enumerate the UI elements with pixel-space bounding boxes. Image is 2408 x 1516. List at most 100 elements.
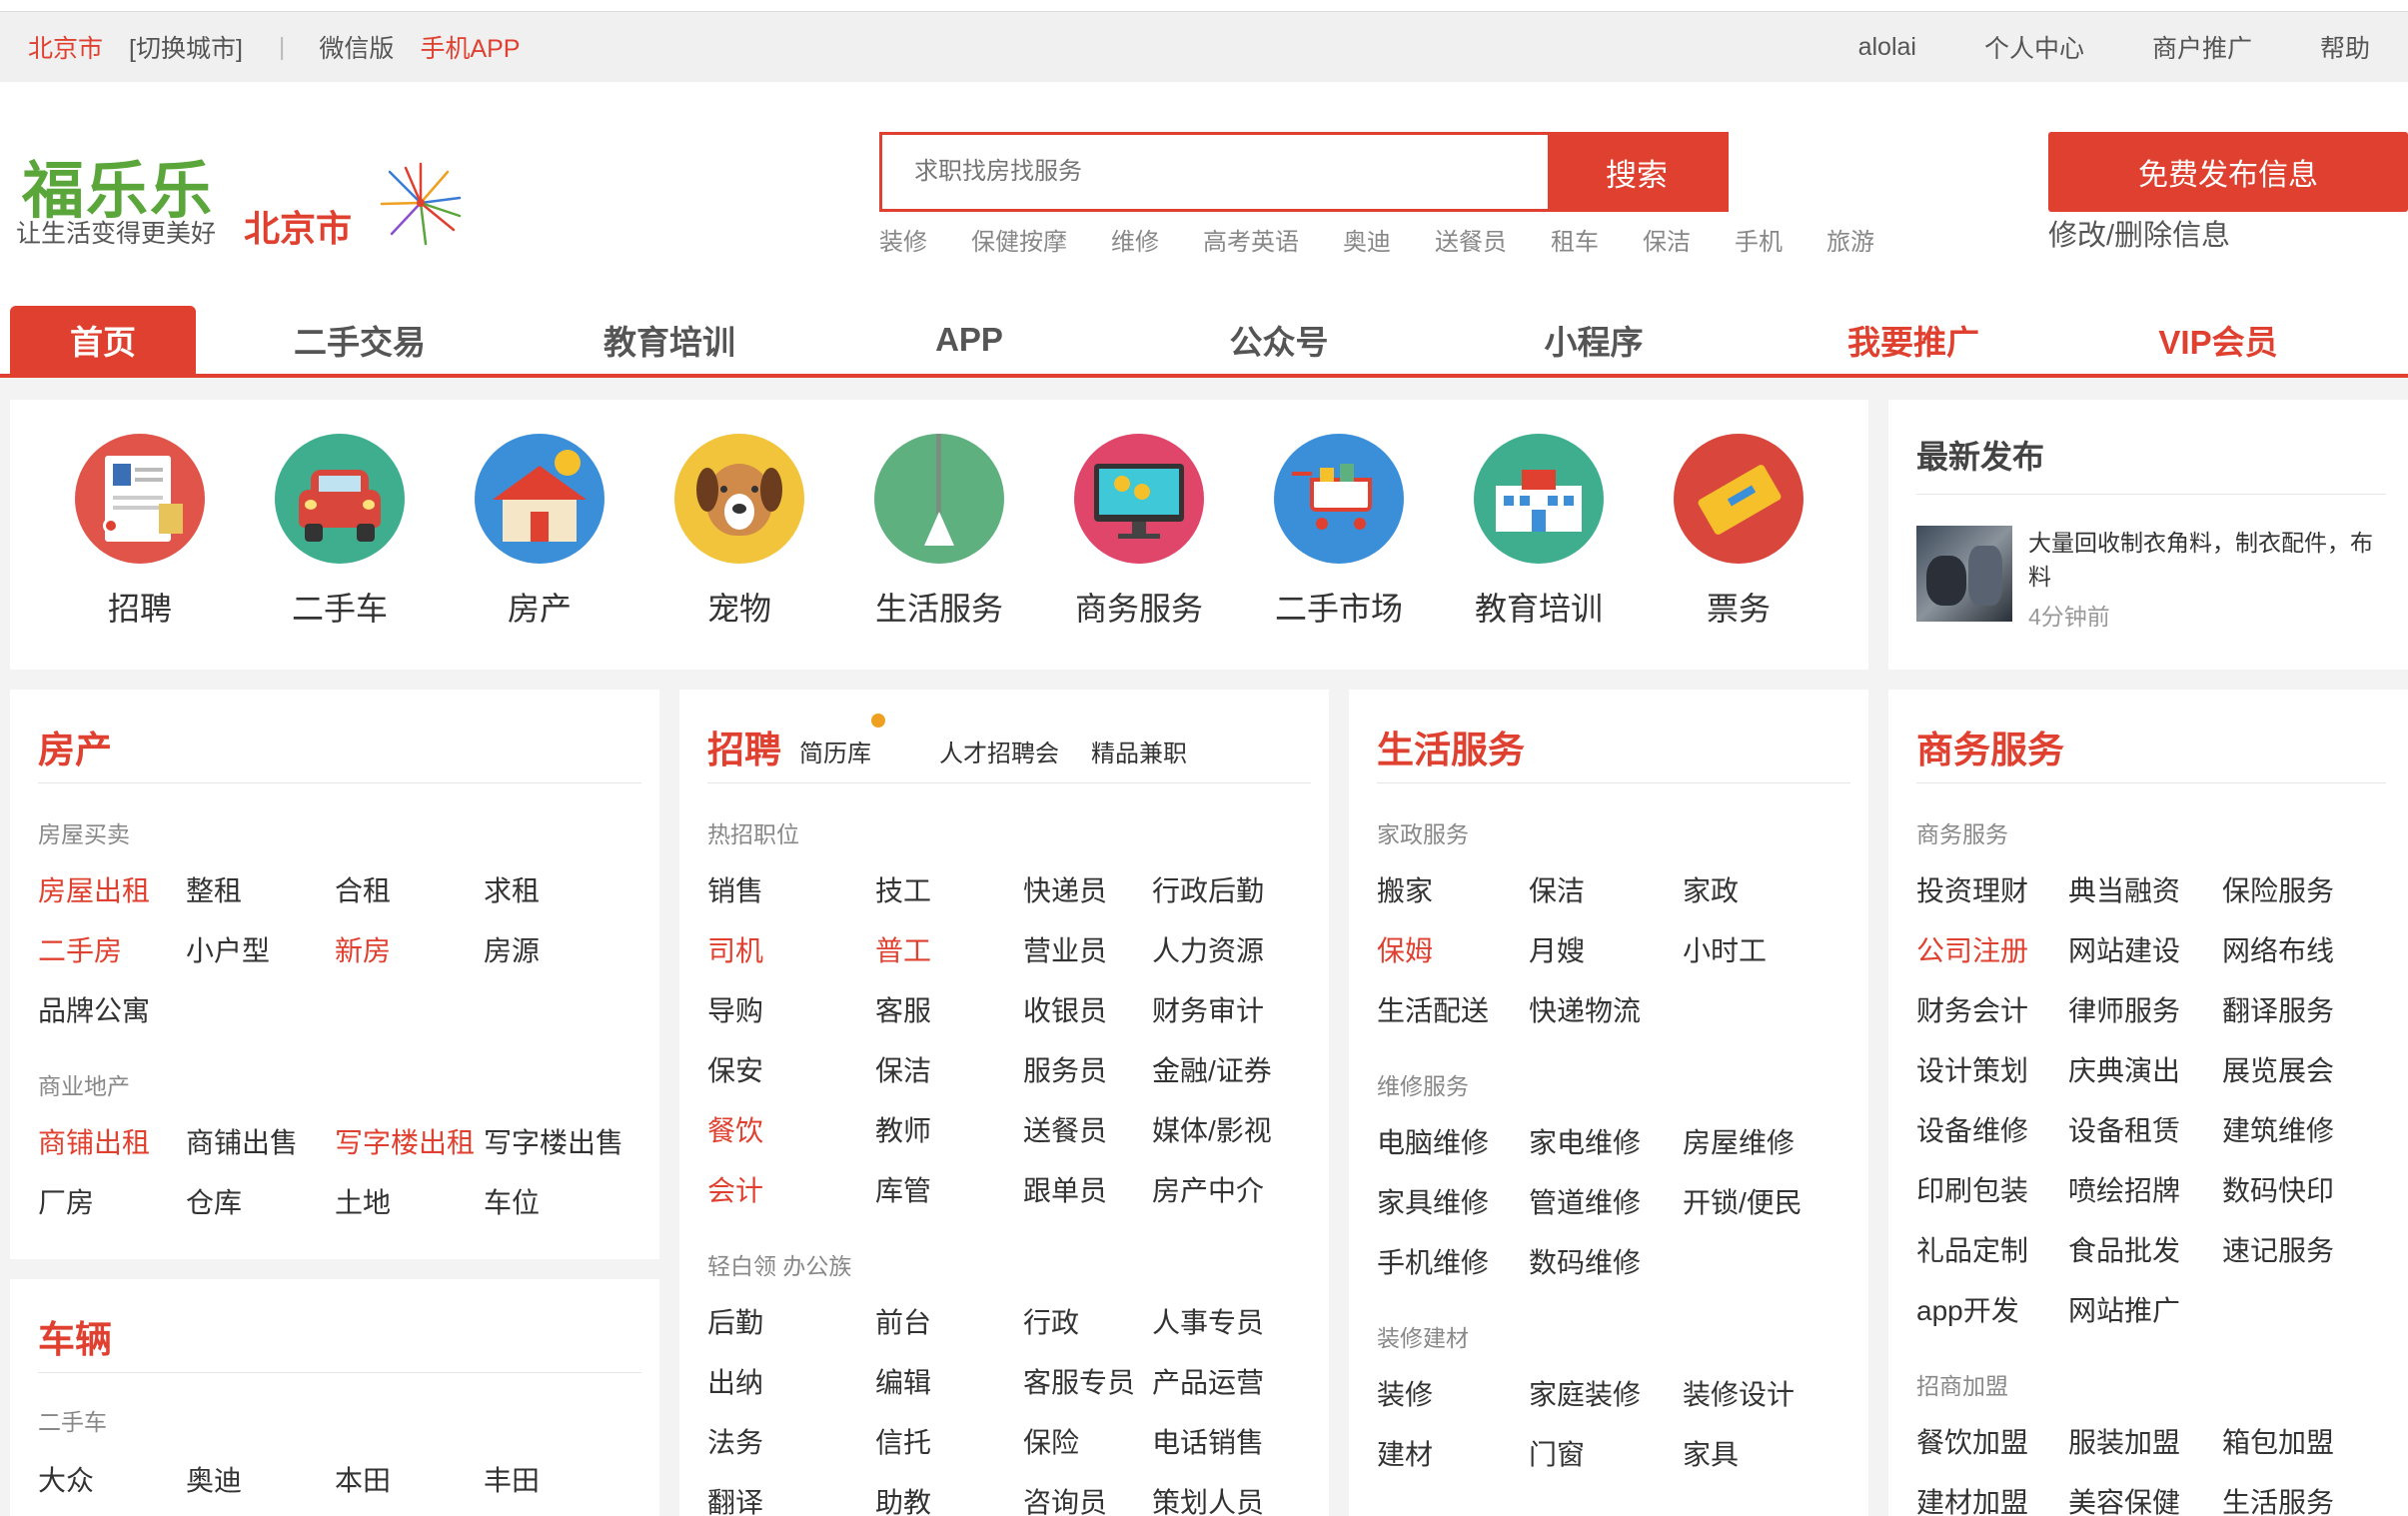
link-item[interactable]: 前台 [875, 1301, 931, 1341]
link-item[interactable]: 投资理财 [1916, 869, 2028, 909]
link-item[interactable]: 保险服务 [2222, 869, 2334, 909]
link-item[interactable]: 网站建设 [2068, 929, 2180, 969]
card-title[interactable]: 车辆 [38, 1309, 112, 1363]
hot-keyword[interactable]: 旅游 [1826, 222, 1874, 257]
link-item[interactable]: 人力资源 [1152, 929, 1264, 969]
search-input[interactable] [882, 135, 1562, 209]
link-item[interactable]: app开发 [1916, 1289, 2019, 1329]
link-item[interactable]: 收银员 [1023, 989, 1107, 1029]
link-item[interactable]: 房源 [484, 929, 540, 969]
link-item[interactable]: 丰田 [484, 1459, 540, 1499]
link-item[interactable]: 开锁/便民 [1683, 1181, 1803, 1221]
link-item[interactable]: 搬家 [1377, 869, 1433, 909]
section-label[interactable]: 二手车 [38, 1403, 107, 1437]
category-real-estate[interactable]: 房产 [460, 434, 619, 630]
link-item[interactable]: 展览展会 [2222, 1049, 2334, 1089]
link-item[interactable]: 喷绘招牌 [2068, 1169, 2180, 1209]
link-item[interactable]: 数码快印 [2222, 1169, 2334, 1209]
link-item[interactable]: 人事专员 [1152, 1301, 1264, 1341]
link-item[interactable]: 保姆 [1377, 929, 1433, 969]
switch-city-link[interactable]: [切换城市] [129, 29, 243, 65]
personal-center-link[interactable]: 个人中心 [1984, 29, 2084, 65]
hot-keyword[interactable]: 保健按摩 [971, 222, 1067, 257]
link-item[interactable]: 普工 [875, 929, 931, 969]
link-item[interactable]: 信托 [875, 1421, 931, 1461]
nav-app[interactable]: APP [869, 306, 1069, 374]
link-item[interactable]: 本田 [335, 1459, 391, 1499]
part-time-link[interactable]: 精品兼职 [1091, 734, 1187, 768]
link-item[interactable]: 出纳 [707, 1361, 763, 1401]
link-item[interactable]: 跟单员 [1023, 1169, 1107, 1209]
category-second-hand-market[interactable]: 二手市场 [1259, 434, 1419, 630]
card-title[interactable]: 商务服务 [1916, 720, 2064, 773]
nav-education[interactable]: 教育培训 [570, 306, 769, 374]
category-tickets[interactable]: 票务 [1659, 434, 1818, 630]
link-item[interactable]: 求租 [484, 869, 540, 909]
link-item[interactable]: 电脑维修 [1377, 1121, 1489, 1161]
link-item[interactable]: 小户型 [186, 929, 270, 969]
link-item[interactable]: 门窗 [1529, 1433, 1585, 1473]
hot-keyword[interactable]: 奥迪 [1343, 222, 1391, 257]
link-item[interactable]: 服装加盟 [2068, 1421, 2180, 1461]
link-item[interactable]: 家庭装修 [1529, 1373, 1641, 1413]
hot-keyword[interactable]: 手机 [1735, 222, 1783, 257]
link-item[interactable]: 电话销售 [1152, 1421, 1264, 1461]
link-item[interactable]: 设备维修 [1916, 1109, 2028, 1149]
link-item[interactable]: 网络布线 [2222, 929, 2334, 969]
link-item[interactable]: 快递物流 [1529, 989, 1641, 1029]
talent-fair-link[interactable]: 人才招聘会 [939, 734, 1059, 768]
link-item[interactable]: 美容保健 [2068, 1481, 2180, 1516]
link-item[interactable]: 家电维修 [1529, 1121, 1641, 1161]
link-item[interactable]: 二手房 [38, 929, 122, 969]
link-item[interactable]: 后勤 [707, 1301, 763, 1341]
link-item[interactable]: 咨询员 [1023, 1481, 1107, 1516]
link-item[interactable]: 行政 [1023, 1301, 1079, 1341]
link-item[interactable]: 生活服务 [2222, 1481, 2334, 1516]
link-item[interactable]: 速记服务 [2222, 1229, 2334, 1269]
link-item[interactable]: 教师 [875, 1109, 931, 1149]
link-item[interactable]: 房产中介 [1152, 1169, 1264, 1209]
link-item[interactable]: 土地 [335, 1181, 391, 1221]
link-item[interactable]: 律师服务 [2068, 989, 2180, 1029]
wechat-link[interactable]: 微信版 [319, 29, 394, 65]
link-item[interactable]: 销售 [707, 869, 763, 909]
link-item[interactable]: 生活配送 [1377, 989, 1489, 1029]
nav-home[interactable]: 首页 [10, 306, 196, 374]
link-item[interactable]: 金融/证券 [1152, 1049, 1272, 1089]
hot-keyword[interactable]: 装修 [879, 222, 927, 257]
hot-keyword[interactable]: 送餐员 [1435, 222, 1507, 257]
resume-library-link[interactable]: 简历库 [799, 734, 871, 768]
link-item[interactable]: 快递员 [1023, 869, 1107, 909]
search-button[interactable]: 搜索 [1548, 135, 1726, 209]
link-item[interactable]: 商铺出租 [38, 1121, 150, 1161]
link-item[interactable]: 建材加盟 [1916, 1481, 2028, 1516]
link-item[interactable]: 客服 [875, 989, 931, 1029]
link-item[interactable]: 家具 [1683, 1433, 1739, 1473]
link-item[interactable]: 建筑维修 [2222, 1109, 2334, 1149]
username-link[interactable]: alolai [1858, 33, 1916, 62]
link-item[interactable]: 财务审计 [1152, 989, 1264, 1029]
link-item[interactable]: 手机维修 [1377, 1241, 1489, 1281]
card-title[interactable]: 房产 [38, 720, 112, 773]
latest-item-title[interactable]: 大量回收制衣角料，制衣配件，布料 [2028, 526, 2378, 594]
link-item[interactable]: 保洁 [875, 1049, 931, 1089]
link-item[interactable]: 营业员 [1023, 929, 1107, 969]
link-item[interactable]: 司机 [707, 929, 763, 969]
link-item[interactable]: 媒体/影视 [1152, 1109, 1272, 1149]
link-item[interactable]: 装修 [1377, 1373, 1433, 1413]
link-item[interactable]: 翻译服务 [2222, 989, 2334, 1029]
link-item[interactable]: 保险 [1023, 1421, 1079, 1461]
category-used-cars[interactable]: 二手车 [260, 434, 420, 630]
link-item[interactable]: 车位 [484, 1181, 540, 1221]
category-jobs[interactable]: 招聘 [60, 434, 220, 630]
link-item[interactable]: 房屋出租 [38, 869, 150, 909]
nav-mini-program[interactable]: 小程序 [1494, 306, 1694, 374]
link-item[interactable]: 大众 [38, 1459, 94, 1499]
link-item[interactable]: 送餐员 [1023, 1109, 1107, 1149]
mobile-app-link[interactable]: 手机APP [420, 29, 520, 65]
category-business-services[interactable]: 商务服务 [1059, 434, 1219, 630]
link-item[interactable]: 家政 [1683, 869, 1739, 909]
link-item[interactable]: 建材 [1377, 1433, 1433, 1473]
link-item[interactable]: 印刷包装 [1916, 1169, 2028, 1209]
link-item[interactable]: 导购 [707, 989, 763, 1029]
